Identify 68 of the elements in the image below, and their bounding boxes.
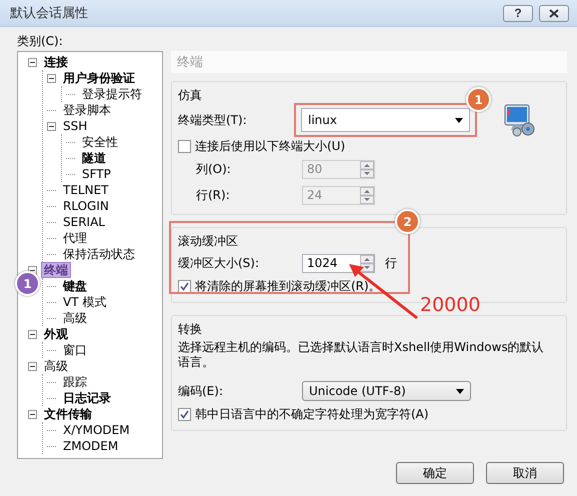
tree-item[interactable]: 高级: [60, 310, 90, 326]
tree-item[interactable]: SFTP: [79, 166, 114, 182]
encoding-dropdown[interactable]: Unicode (UTF-8): [302, 381, 471, 401]
caret-icon: [456, 388, 464, 394]
tree-item[interactable]: 隧道: [79, 150, 109, 166]
tree-item[interactable]: 键盘: [60, 278, 90, 294]
collapse-icon[interactable]: [47, 74, 56, 82]
category-label: 类别(C):: [17, 32, 64, 50]
collapse-icon[interactable]: [28, 58, 37, 66]
tree-item[interactable]: 高级: [41, 358, 71, 374]
field-label: 列(O):: [195, 160, 232, 178]
checkbox-label: 将清除的屏幕推到滚动缓冲区(R)。: [195, 278, 381, 294]
cancel-button[interactable]: 取消: [486, 462, 564, 484]
collapse-icon[interactable]: [28, 266, 37, 274]
tree-item[interactable]: SERIAL: [60, 214, 108, 230]
annotation-note: 20000: [420, 294, 480, 316]
tree-item[interactable]: 代理: [60, 230, 90, 246]
collapse-icon[interactable]: [28, 330, 37, 338]
tree-item[interactable]: 用户身份验证: [60, 70, 138, 86]
tree-item[interactable]: 安全性: [79, 134, 121, 150]
buffer-size-spinner[interactable]: 1024: [302, 254, 375, 272]
description-text: 选择远程主机的编码。已选择默认语言时Xshell使用Windows的默认语言。: [178, 340, 545, 370]
close-button[interactable]: [539, 4, 569, 22]
spinner-arrows-icon[interactable]: [360, 186, 374, 204]
group-title: 仿真: [178, 87, 202, 104]
field-label: 终端类型(T):: [178, 112, 248, 128]
tree-item[interactable]: 日志记录: [60, 390, 114, 406]
tree-item[interactable]: VT 模式: [60, 294, 110, 310]
tree-item[interactable]: 登录脚本: [60, 102, 114, 118]
step-badge: 1: [466, 87, 491, 112]
tree-item[interactable]: X/YMODEM: [60, 422, 133, 438]
checkbox[interactable]: [178, 280, 191, 292]
tree-item[interactable]: 登录提示符: [79, 86, 145, 102]
close-icon: [549, 8, 559, 18]
window-title: 默认会话属性: [10, 5, 89, 22]
spinner-arrows-icon[interactable]: [360, 254, 374, 272]
checkbox[interactable]: [178, 140, 191, 152]
tree-item[interactable]: 跟踪: [60, 374, 90, 390]
checkbox[interactable]: [178, 408, 191, 420]
tree-item[interactable]: RLOGIN: [60, 198, 112, 214]
collapse-icon[interactable]: [28, 362, 37, 370]
terminal-type-dropdown[interactable]: linux: [301, 108, 470, 132]
ok-button[interactable]: 确定: [396, 462, 474, 484]
spinner-arrows-icon[interactable]: [360, 160, 374, 178]
field-label: 编码(E):: [178, 382, 224, 400]
tree-item[interactable]: 文件传输: [41, 406, 95, 422]
tree-item[interactable]: 保持活动状态: [60, 246, 138, 262]
help-button[interactable]: ?: [503, 4, 533, 22]
panel-title: 终端: [171, 51, 567, 73]
collapse-icon[interactable]: [47, 122, 56, 130]
checkbox-label: 韩中日语言中的不确定字符处理为宽字符(A): [195, 406, 429, 422]
field-label: 行(R):: [195, 186, 231, 204]
collapse-icon[interactable]: [28, 410, 37, 418]
field-label: 缓冲区大小(S):: [178, 254, 260, 272]
tree-item[interactable]: 终端: [41, 262, 71, 278]
group-title: 滚动缓冲区: [178, 233, 238, 250]
group-title: 转换: [178, 321, 202, 338]
tree-item[interactable]: TELNET: [60, 182, 112, 198]
unit-label: 行: [385, 254, 397, 272]
checkbox-label: 连接后使用以下终端大小(U): [195, 138, 346, 154]
tree-item[interactable]: SSH: [60, 118, 90, 134]
tree-item[interactable]: 窗口: [60, 342, 90, 358]
tree-item[interactable]: ZMODEM: [60, 438, 122, 454]
monitor-gear-icon: [503, 103, 535, 137]
tree-item[interactable]: 外观: [41, 326, 71, 342]
caret-icon: [455, 118, 463, 122]
step-badge: 2: [395, 209, 420, 234]
tree-item[interactable]: 连接: [41, 54, 71, 70]
